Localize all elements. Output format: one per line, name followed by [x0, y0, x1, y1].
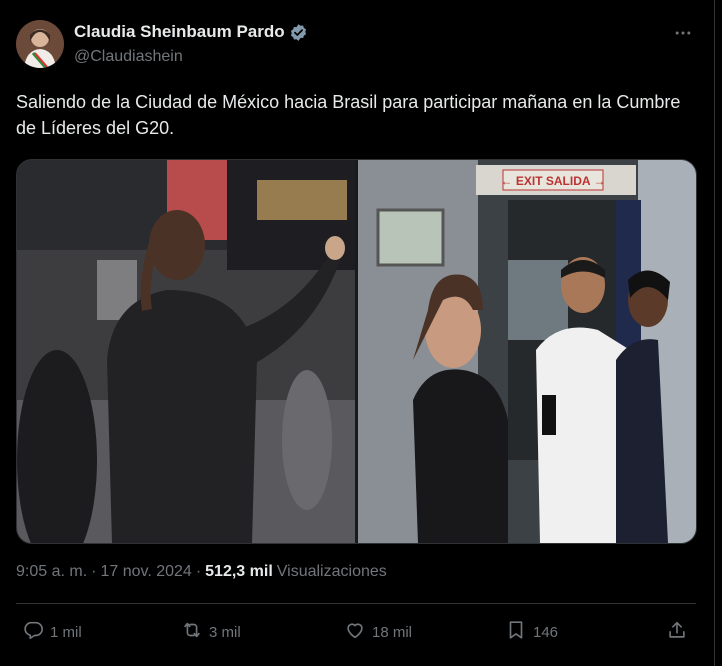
author-handle[interactable]: @Claudiashein — [74, 48, 183, 66]
meta-separator: · — [91, 563, 97, 580]
reply-count: 1 mil — [50, 623, 82, 641]
bookmark-count: 146 — [533, 623, 559, 641]
meta-separator: · — [195, 563, 202, 580]
share-button[interactable] — [666, 619, 688, 645]
bookmark-icon — [505, 619, 527, 645]
reply-icon — [22, 619, 44, 645]
avatar[interactable] — [16, 20, 64, 68]
more-options-icon[interactable] — [672, 22, 694, 44]
photo-airport[interactable] — [17, 160, 355, 543]
author-name[interactable]: Claudia Sheinbaum Pardo — [74, 22, 285, 42]
repost-icon — [181, 619, 203, 645]
divider — [16, 603, 696, 604]
verified-badge-icon[interactable] — [289, 23, 308, 42]
views-count[interactable]: 512,3 mil — [205, 563, 273, 581]
tweet-meta: 9:05 a. m. · 17 nov. 2024 · 512,3 mil Vi… — [16, 563, 387, 581]
tweet-date[interactable]: 17 nov. 2024 — [100, 563, 191, 581]
like-button[interactable]: 18 mil — [344, 619, 412, 645]
tweet-text: Saliendo de la Ciudad de México hacia Br… — [16, 92, 681, 138]
share-icon — [666, 619, 688, 645]
bookmark-button[interactable]: 146 — [505, 619, 558, 645]
reply-button[interactable]: 1 mil — [22, 619, 82, 645]
author-name-row: Claudia Sheinbaum Pardo — [74, 22, 308, 42]
like-count: 18 mil — [372, 623, 413, 641]
heart-icon — [344, 619, 366, 645]
repost-button[interactable]: 3 mil — [181, 619, 241, 645]
repost-count: 3 mil — [209, 623, 241, 641]
exit-sign-text: ← EXIT SALIDA → — [501, 174, 606, 188]
tweet-time[interactable]: 9:05 a. m. — [16, 563, 87, 581]
tweet-actions: 1 mil 3 mil 18 mil 146 — [16, 619, 696, 649]
column-border — [714, 0, 715, 666]
tweet-media[interactable]: ← EXIT SALIDA → — [16, 159, 697, 544]
views-label: Visualizaciones — [276, 563, 387, 580]
photo-aircraft-door[interactable]: ← EXIT SALIDA → — [358, 160, 696, 543]
